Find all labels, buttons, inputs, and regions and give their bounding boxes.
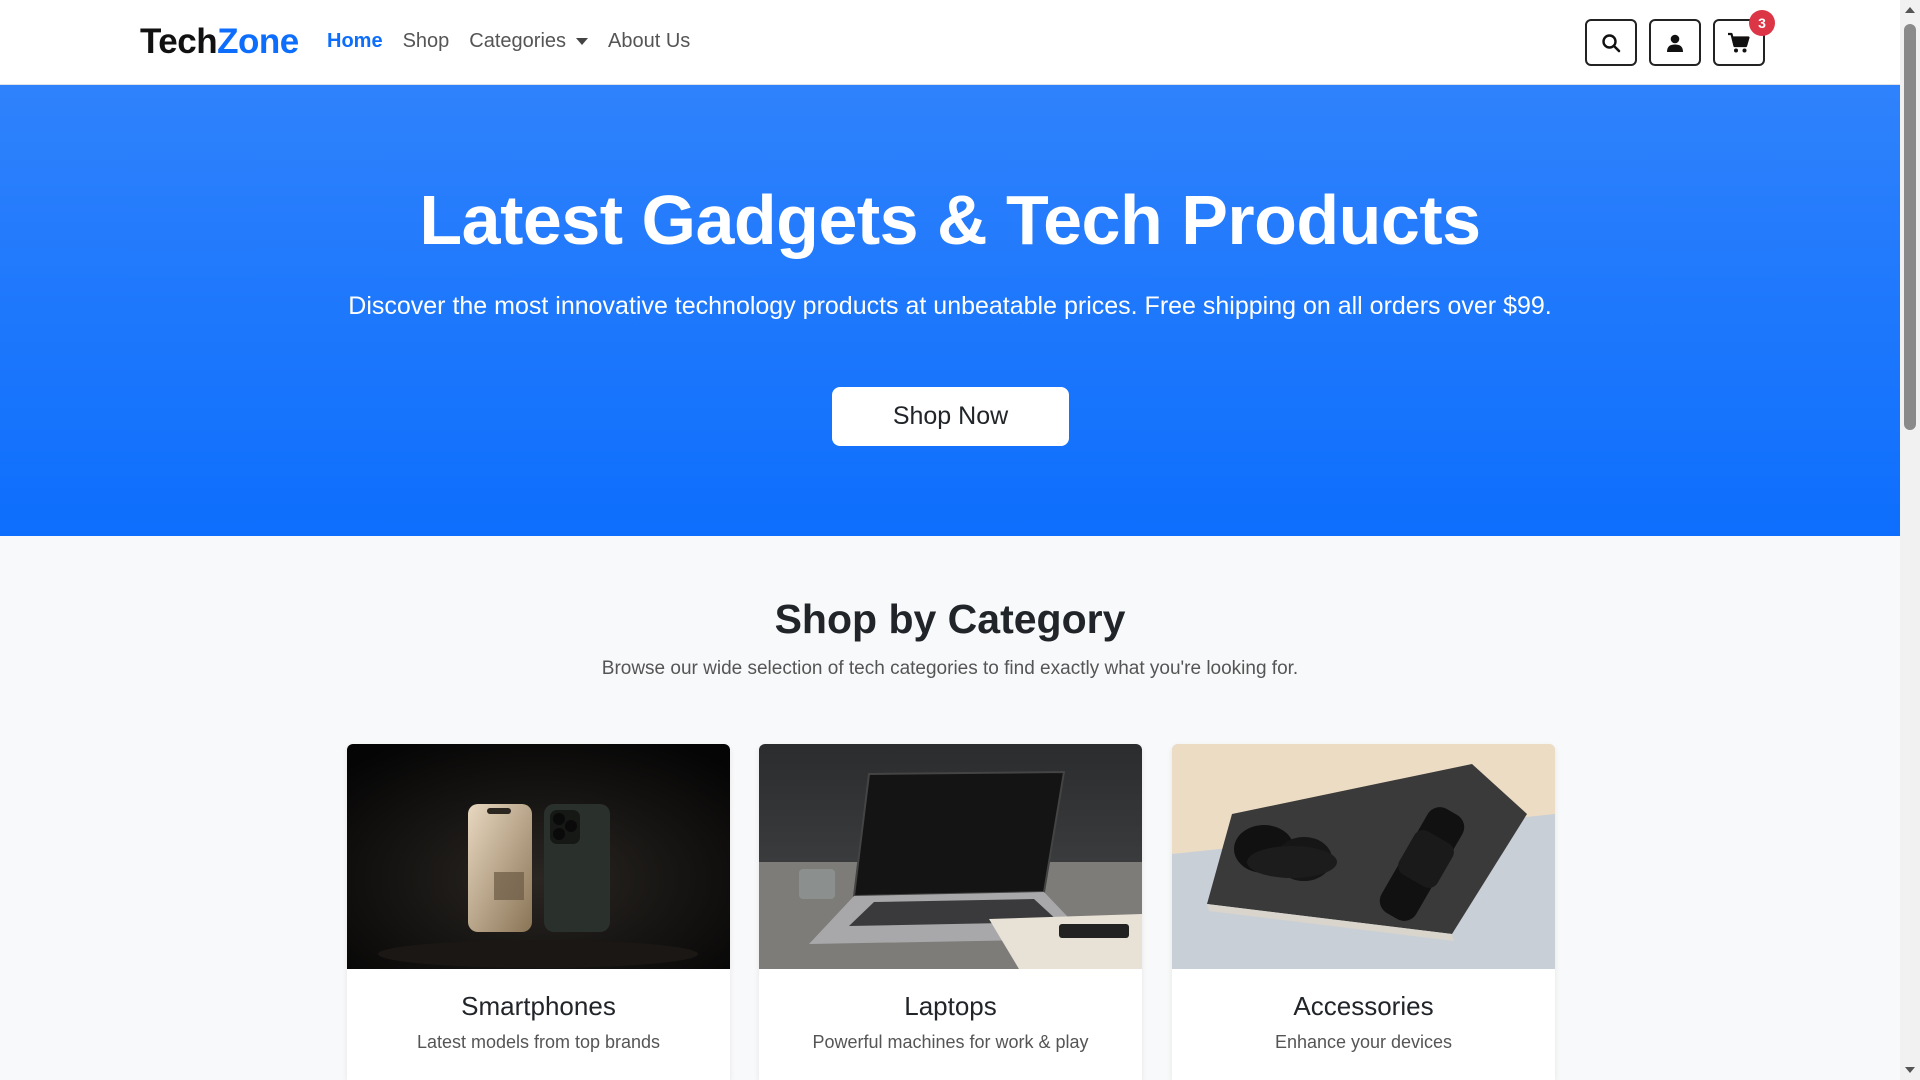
accessories-image <box>1172 744 1555 969</box>
category-description: Enhance your devices <box>1274 1032 1453 1052</box>
category-title: Laptops <box>904 991 997 1021</box>
account-button[interactable] <box>1649 19 1701 66</box>
brand-logo[interactable]: TechZone <box>140 22 299 62</box>
nav-about[interactable]: About Us <box>608 30 690 53</box>
scrollbar-thumb[interactable] <box>1904 24 1916 430</box>
shop-now-button[interactable]: Shop Now <box>832 387 1069 446</box>
nav-links: Home Shop Categories About Us <box>327 30 690 53</box>
nav-categories-label: Categories <box>469 30 567 52</box>
brand-part-1: Tech <box>140 22 218 61</box>
category-card-smartphones[interactable]: Smartphones Latest models from top brand… <box>347 744 730 1080</box>
cart-button[interactable]: 3 <box>1713 10 1775 66</box>
hero-section: Latest Gadgets & Tech Products Discover … <box>0 85 1900 536</box>
nav-shop[interactable]: Shop <box>403 30 450 53</box>
scroll-down-icon[interactable] <box>1905 1067 1915 1073</box>
laptops-image <box>759 744 1142 969</box>
page-scrollbar[interactable] <box>1900 0 1920 1080</box>
nav-actions: 3 <box>1585 10 1775 66</box>
category-description: Latest models from top brands <box>416 1032 661 1052</box>
category-title: Smartphones <box>461 991 616 1021</box>
nav-categories-dropdown[interactable]: Categories <box>469 30 589 53</box>
category-section-subtitle: Browse our wide selection of tech catego… <box>601 658 1299 679</box>
brand-part-2: Zone <box>217 22 299 61</box>
category-section-title: Shop by Category <box>774 596 1126 642</box>
scroll-up-icon[interactable] <box>1905 7 1915 13</box>
category-card-laptops[interactable]: Laptops Powerful machines for work & pla… <box>759 744 1142 1080</box>
category-card-accessories[interactable]: Accessories Enhance your devices <box>1172 744 1555 1080</box>
cart-count-badge: 3 <box>1749 10 1775 36</box>
search-button[interactable] <box>1585 19 1637 66</box>
category-description: Powerful machines for work & play <box>812 1032 1089 1052</box>
nav-home[interactable]: Home <box>327 30 383 53</box>
smartphones-image <box>347 744 730 969</box>
category-title: Accessories <box>1293 991 1434 1021</box>
chevron-down-icon <box>576 38 589 45</box>
hero-subtitle: Discover the most innovative technology … <box>348 292 1552 320</box>
hero-title: Latest Gadgets & Tech Products <box>419 181 1481 259</box>
search-icon <box>1602 33 1621 52</box>
navbar: TechZone Home Shop Categories About Us 3 <box>0 0 1900 85</box>
user-icon <box>1667 34 1683 52</box>
cart-icon <box>1728 32 1750 52</box>
